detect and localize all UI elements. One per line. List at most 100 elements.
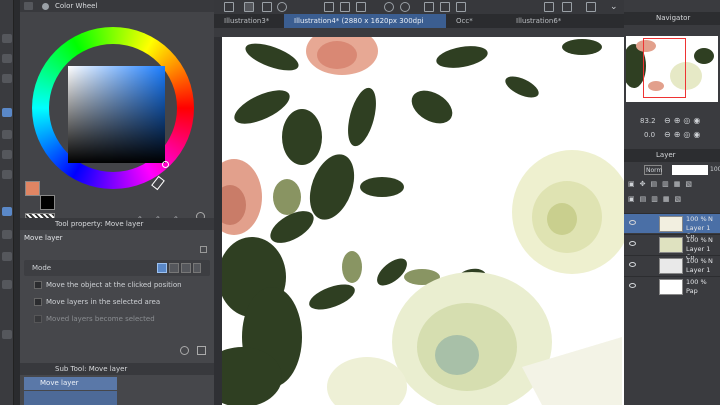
navigator-header[interactable]: Navigator xyxy=(624,12,720,25)
layer-row[interactable]: 100 % N Layer 1 Co xyxy=(624,213,720,240)
camera-icon[interactable] xyxy=(262,2,272,12)
transform-icon[interactable] xyxy=(456,2,466,12)
mode-grid-alt-icon[interactable] xyxy=(181,263,191,273)
tool-property-header[interactable]: Tool property: Move layer xyxy=(20,218,214,230)
mode-label: Mode xyxy=(32,264,52,272)
fill-selection-icon[interactable] xyxy=(440,2,450,12)
chevron-down-icon[interactable]: ⌄ xyxy=(610,2,620,12)
layer-row[interactable]: 100 % N Layer 1 Co xyxy=(624,234,720,261)
lasso-icon[interactable] xyxy=(2,130,12,139)
mode-layer-icon[interactable] xyxy=(157,263,167,273)
eye-icon[interactable] xyxy=(629,283,636,288)
reset-icon[interactable] xyxy=(180,346,189,355)
zoom-controls[interactable]: ⊖⊕◎◉ xyxy=(664,116,716,125)
new-file-icon[interactable] xyxy=(324,2,334,12)
drawing-canvas[interactable] xyxy=(222,37,624,405)
wrench-icon[interactable] xyxy=(197,346,206,355)
mode-stepper[interactable] xyxy=(193,263,201,273)
move-selected-area-checkbox[interactable] xyxy=(34,298,42,306)
fill-icon[interactable] xyxy=(2,170,12,179)
opacity-slider[interactable] xyxy=(672,165,708,175)
tab-occ[interactable]: Occ* xyxy=(446,14,504,28)
clear-icon[interactable] xyxy=(424,2,434,12)
right-panel: Navigator 83.2 0.0 ⊖⊕◎◉ ⊖⊕◎◉ Layer Norm … xyxy=(624,0,720,405)
grid-snap-icon[interactable] xyxy=(586,2,596,12)
snap-icon[interactable] xyxy=(562,2,572,12)
layer-name: Layer 1 xyxy=(686,266,711,274)
command-bar: ⌄ xyxy=(214,0,624,14)
tab-illustration6[interactable]: Illustration6* xyxy=(506,14,624,28)
tab-illustration3[interactable]: Illustration3* xyxy=(214,14,284,28)
move-tool-icon[interactable] xyxy=(2,108,12,117)
palette-icon xyxy=(42,3,49,10)
main-color-swatch[interactable] xyxy=(25,181,40,196)
sub-color-swatch[interactable] xyxy=(40,195,55,210)
eyedropper-icon[interactable] xyxy=(2,150,12,159)
layer-blend: N xyxy=(708,236,713,244)
tab-illustration4[interactable]: Illustration4* (2880 x 1620px 300dpi 83.… xyxy=(284,14,446,39)
app-icon[interactable] xyxy=(244,2,254,12)
layers-become-selected-checkbox[interactable] xyxy=(34,315,42,323)
zoom-value: 83.2 xyxy=(640,117,656,125)
sub-tool-item-move-layer[interactable]: Move layer xyxy=(24,377,117,390)
layer-toolbar-2[interactable]: ▣▤▥▦▧ xyxy=(628,195,718,205)
move-clicked-checkbox[interactable] xyxy=(34,281,42,289)
pen-icon[interactable] xyxy=(2,34,12,43)
layer-opacity: 100 % xyxy=(686,236,707,244)
eye-icon[interactable] xyxy=(629,262,636,267)
save-icon[interactable] xyxy=(356,2,366,12)
sub-tool-item-second[interactable] xyxy=(24,391,117,405)
move-clicked-label: Move the object at the clicked position xyxy=(46,281,182,289)
sub-tool-item-label: Move layer xyxy=(40,379,79,387)
eye-icon[interactable] xyxy=(629,241,636,246)
move-selected-area-label: Move layers in the selected area xyxy=(46,298,161,306)
color-wheel-title: Color Wheel xyxy=(55,2,98,10)
ruler-snap-icon[interactable] xyxy=(544,2,554,12)
layer-opacity: 100 % xyxy=(686,278,707,286)
layer-row[interactable]: 100 % Pap xyxy=(624,276,720,296)
layer-opacity: 100 % xyxy=(686,215,707,223)
sub-tool-header[interactable]: Sub Tool: Move layer xyxy=(20,363,214,375)
text-tool-icon[interactable] xyxy=(2,230,12,239)
navigator-preview[interactable] xyxy=(626,36,718,102)
saturation-value-square[interactable] xyxy=(68,66,165,163)
layer-thumbnail xyxy=(659,237,683,253)
color-picker-cursor[interactable] xyxy=(162,161,169,168)
ruler-icon[interactable] xyxy=(2,280,12,289)
redo-icon[interactable] xyxy=(400,2,410,12)
eraser-icon[interactable] xyxy=(2,74,12,83)
canvas-toolbar xyxy=(214,28,624,37)
canvas-tabs: Illustration3* Illustration4* (2880 x 16… xyxy=(214,14,624,39)
panel-tab-icon[interactable] xyxy=(24,2,33,10)
rotate-controls[interactable]: ⊖⊕◎◉ xyxy=(664,130,716,139)
brush-icon[interactable] xyxy=(2,54,12,63)
undo-icon[interactable] xyxy=(384,2,394,12)
record-icon[interactable] xyxy=(277,2,287,12)
layer-blend: N xyxy=(708,257,713,265)
menu-icon[interactable] xyxy=(224,2,234,12)
color-wheel-panel: 0 0 0 xyxy=(20,12,214,223)
navigator-title: Navigator xyxy=(656,14,691,22)
navigator-view-frame[interactable] xyxy=(643,38,686,98)
blend-tool-icon[interactable] xyxy=(2,207,12,216)
mode-grid-icon[interactable] xyxy=(169,263,179,273)
tool-strip xyxy=(0,0,14,405)
shape-tool-icon[interactable] xyxy=(2,252,12,261)
opacity-value: 100 xyxy=(710,166,720,173)
layer-header[interactable]: Layer xyxy=(624,149,720,162)
layer-opacity: 100 % xyxy=(686,257,707,265)
color-wheel-header[interactable]: Color Wheel xyxy=(20,0,214,12)
layer-row[interactable]: 100 % N Layer 1 xyxy=(624,255,720,275)
angle-value: 0.0 xyxy=(644,131,656,139)
layer-thumbnail xyxy=(659,258,683,274)
blend-mode-select[interactable]: Norm xyxy=(644,165,662,175)
eye-icon[interactable] xyxy=(629,220,636,225)
rose-painting xyxy=(222,37,624,405)
layer-title: Layer xyxy=(656,151,676,159)
open-file-icon[interactable] xyxy=(340,2,350,12)
layer-toolbar[interactable]: ▣✥▤▥▦▧ xyxy=(628,180,718,190)
hand-tool-icon[interactable] xyxy=(2,330,12,339)
tool-name: Move layer xyxy=(24,234,63,242)
lock-icon[interactable] xyxy=(200,246,207,253)
layer-name: Pap xyxy=(686,287,698,295)
